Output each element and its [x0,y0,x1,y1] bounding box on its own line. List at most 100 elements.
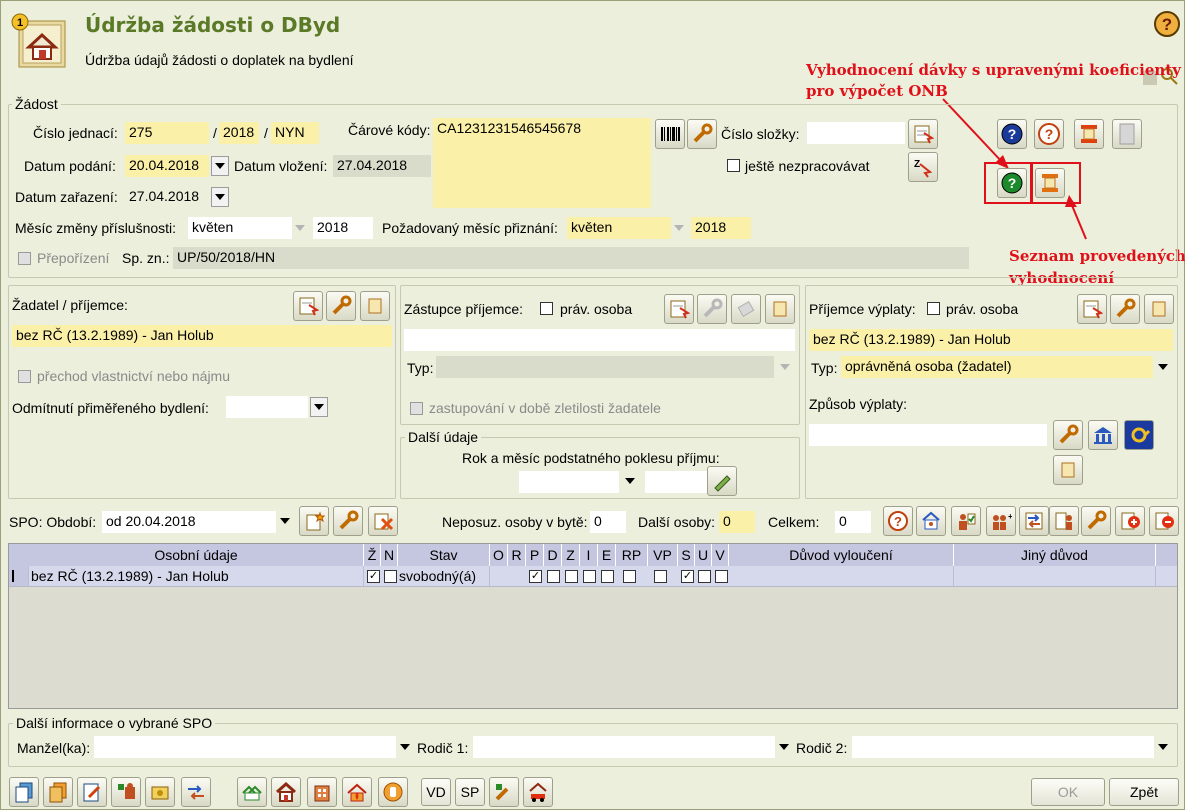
cb-s[interactable]: ✓ [681,570,694,583]
spo-person-doc-button[interactable] [1049,506,1079,536]
cb-zz[interactable] [565,570,578,583]
prijemce-prav-osoba-checkbox[interactable] [927,302,940,315]
cb-i[interactable] [583,570,596,583]
pozadovany-dropdown[interactable] [671,218,687,238]
carove-kody-field[interactable]: CA1231231546545678 [433,118,651,208]
datum-podani-field[interactable]: 20.04.2018 [125,155,209,177]
prijemce-typ-dropdown[interactable] [1155,357,1171,377]
datum-podani-dropdown[interactable] [211,156,229,176]
pozadovany-rok-field[interactable]: 2018 [691,217,751,239]
cb-rp[interactable] [623,570,636,583]
spo-transfer-button[interactable] [1019,506,1049,536]
zpusob-edit-button[interactable] [1053,420,1083,450]
spo-obdobi-field[interactable]: od 20.04.2018 [102,511,276,533]
rok-poklesu-year-field[interactable] [645,471,707,493]
spo-obdobi-dropdown[interactable] [277,511,293,531]
zadatel-field[interactable]: bez RČ (13.2.1989) - Jan Holub [12,325,392,347]
cislo-jednaci-field-2[interactable]: 2018 [219,122,259,144]
cb-p[interactable]: ✓ [529,570,542,583]
rodic1-field[interactable] [473,736,775,758]
odmitnuti-dropdown[interactable] [310,397,328,417]
zpracovat-button[interactable]: Z [908,152,938,182]
rok-poklesu-month-field[interactable] [519,471,619,493]
rodic1-dropdown[interactable] [776,737,792,757]
cislo-jednaci-field-3[interactable]: NYN [271,122,319,144]
spo-add-button[interactable] [1115,506,1145,536]
cb-z[interactable]: ✓ [367,570,380,583]
spo-edit-button[interactable] [333,506,363,536]
cislo-jednaci-field-1[interactable]: 275 [125,122,209,144]
toolbar-pages-button[interactable] [9,777,39,807]
neposuz-field[interactable]: 0 [590,511,626,533]
zastupce-prav-osoba-checkbox[interactable] [540,302,553,315]
prijemce-edit-button[interactable] [1110,294,1140,324]
toolbar-houses-button[interactable] [237,777,267,807]
datum-zarazeni-dropdown[interactable] [211,187,229,207]
vyhodnoceni-button[interactable]: ? [997,119,1027,149]
zastupce-detail-button[interactable] [765,294,795,324]
zpusob-vyplaty-field[interactable] [809,424,1047,446]
toolbar-edit-doc-button[interactable] [77,777,107,807]
prijemce-detail-button[interactable] [1144,294,1174,324]
rodic2-field[interactable] [852,736,1154,758]
toolbar-pages-orange-button[interactable] [43,777,73,807]
toolbar-house-button[interactable] [271,777,301,807]
zastupce-field[interactable] [404,329,795,351]
mesic-zmeny-rok-field[interactable]: 2018 [313,217,373,239]
spo-new-button[interactable] [299,506,329,536]
zastupce-select-button[interactable] [664,294,694,324]
toolbar-building-button[interactable] [307,777,337,807]
manzel-dropdown[interactable] [397,737,413,757]
prijemce-field[interactable]: bez RČ (13.2.1989) - Jan Holub [809,329,1173,351]
toolbar-transfer-button[interactable] [181,777,211,807]
cb-n[interactable] [384,570,397,583]
cb-u[interactable] [698,570,711,583]
cb-vp[interactable] [654,570,667,583]
datum-zarazeni-field[interactable]: 27.04.2018 [125,186,209,208]
nezpracovavat-checkbox[interactable] [727,159,740,172]
dalsi-osoby-field[interactable]: 0 [719,511,755,533]
barcode-button[interactable] [655,119,685,149]
spo-household-button[interactable] [916,506,946,536]
mesic-zmeny-dropdown[interactable] [292,218,308,238]
zadatel-edit-button[interactable] [326,291,356,321]
rok-poklesu-month-dropdown[interactable] [622,471,638,491]
manzel-field[interactable] [94,736,396,758]
bank-button[interactable] [1088,420,1118,450]
prijemce-select-button[interactable] [1077,294,1107,324]
carove-kody-edit-button[interactable] [687,119,717,149]
toolbar-person-button[interactable] [111,777,141,807]
rodic2-dropdown[interactable] [1155,737,1171,757]
spo-delete-button[interactable] [368,506,398,536]
odmitnuti-field[interactable] [226,396,308,418]
cislo-slozky-field[interactable] [807,122,905,144]
zpet-button[interactable]: Zpět [1109,778,1179,806]
toolbar-cash-button[interactable] [145,777,175,807]
toolbar-stop-button[interactable] [378,777,408,807]
vyhodnoceni-detail-button[interactable]: ? [1034,119,1064,149]
prijemce-typ-field[interactable]: oprávněná osoba (žadatel) [841,356,1153,378]
toolbar-car-house-button[interactable] [523,777,553,807]
zpusob-detail-button[interactable] [1053,455,1083,485]
spo-person-edit-button[interactable] [1081,506,1111,536]
spo-persons-count-button[interactable]: +1 [986,506,1016,536]
cb-e[interactable] [601,570,614,583]
help-button[interactable]: ? [1152,9,1182,39]
mesic-zmeny-field[interactable]: květen [188,217,292,239]
toolbar-fire-button[interactable] [342,777,372,807]
zadatel-detail-button[interactable] [360,291,390,321]
cb-v[interactable] [715,570,728,583]
spo-person-check-button[interactable] [951,506,981,536]
zadatel-select-button[interactable] [293,291,323,321]
toolbar-tools-button[interactable] [489,777,519,807]
cislo-slozky-select-button[interactable] [908,119,938,149]
toolbar-sp-button[interactable]: SP [455,778,485,806]
spo-help-button[interactable]: ? [883,506,913,536]
seznam-button[interactable] [1074,119,1104,149]
spo-remove-button[interactable] [1149,506,1179,536]
pozadovany-field[interactable]: květen [567,217,671,239]
cb-d[interactable] [547,570,560,583]
toolbar-vd-button[interactable]: VD [421,778,451,806]
rok-poklesu-edit-button[interactable] [707,466,737,496]
post-button[interactable] [1124,420,1154,450]
